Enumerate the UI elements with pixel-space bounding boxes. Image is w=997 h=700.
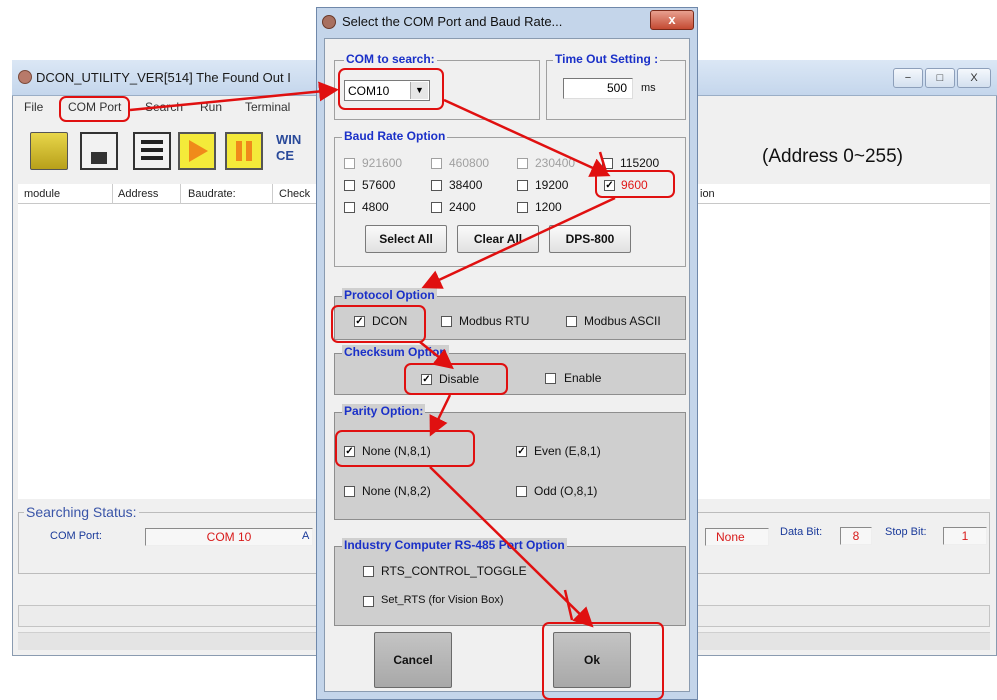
arrow-tick-baud	[598, 151, 608, 173]
annotation-arrows	[129, 81, 616, 628]
arrow-com-to-baud	[443, 98, 611, 177]
arrow-protocol-to-checksum	[419, 341, 454, 370]
arrow-parity-to-ok	[429, 466, 594, 628]
arrow-checksum-to-parity	[429, 394, 452, 437]
arrow-baud-to-protocol	[421, 196, 616, 289]
arrow-menu-to-com	[129, 81, 339, 112]
